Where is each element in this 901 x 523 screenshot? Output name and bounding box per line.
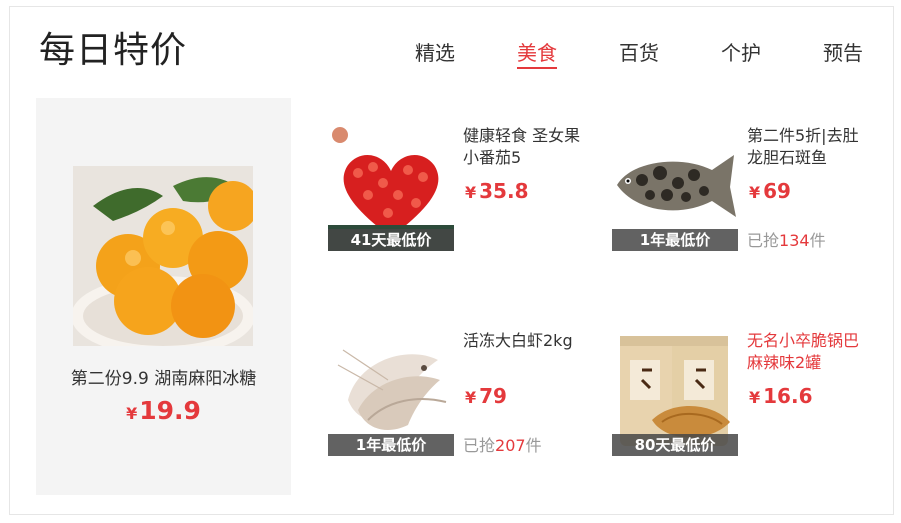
featured-product-name[interactable]: 第二份9.9 湖南麻阳冰糖 bbox=[36, 364, 291, 389]
product-name[interactable]: 健康轻食 圣女果小番茄5 bbox=[463, 125, 583, 169]
price-value: 19.9 bbox=[139, 396, 201, 425]
tab-general-goods[interactable]: 百货 bbox=[619, 40, 659, 66]
sold-suffix: 件 bbox=[809, 231, 826, 250]
tab-food[interactable]: 美食 bbox=[517, 40, 557, 69]
product-image[interactable]: 1年最低价 bbox=[612, 125, 738, 251]
product-name[interactable]: 无名小卒脆锅巴麻辣味2罐 bbox=[747, 330, 867, 374]
sold-prefix: 已抢 bbox=[463, 436, 496, 455]
lowest-price-badge: 1年最低价 bbox=[612, 229, 738, 251]
price-value: 35.8 bbox=[479, 179, 529, 203]
lowest-price-badge: 80天最低价 bbox=[612, 434, 738, 456]
sold-count: 已抢134件 bbox=[747, 227, 826, 251]
product-price: ¥35.8 bbox=[465, 179, 529, 203]
lowest-price-badge: 1年最低价 bbox=[328, 434, 454, 456]
product-card[interactable]: 41天最低价 健康轻食 圣女果小番茄5 ¥35.8 bbox=[328, 125, 588, 255]
price-value: 16.6 bbox=[763, 384, 813, 408]
featured-product-card[interactable]: 第二份9.9 湖南麻阳冰糖 ¥19.9 bbox=[36, 98, 291, 495]
price-value: 69 bbox=[763, 179, 791, 203]
sold-suffix: 件 bbox=[525, 436, 542, 455]
product-name[interactable]: 活冻大白虾2kg bbox=[463, 330, 583, 374]
featured-product-image[interactable] bbox=[73, 166, 253, 346]
product-card[interactable]: 80天最低价 无名小卒脆锅巴麻辣味2罐 ¥16.6 bbox=[612, 330, 872, 460]
sold-prefix: 已抢 bbox=[747, 231, 780, 250]
currency-symbol: ¥ bbox=[465, 388, 477, 407]
product-name[interactable]: 第二件5折|去肚龙胆石斑鱼 bbox=[747, 125, 867, 169]
currency-symbol: ¥ bbox=[126, 404, 138, 423]
sold-number: 134 bbox=[779, 231, 810, 250]
product-price: ¥79 bbox=[465, 384, 507, 408]
featured-product-price: ¥19.9 bbox=[36, 396, 291, 425]
product-price: ¥16.6 bbox=[749, 384, 813, 408]
product-image[interactable]: 1年最低价 bbox=[328, 330, 454, 456]
tab-selected[interactable]: 精选 bbox=[415, 40, 455, 66]
currency-symbol: ¥ bbox=[465, 183, 477, 202]
sold-number: 207 bbox=[495, 436, 526, 455]
price-value: 79 bbox=[479, 384, 507, 408]
product-price: ¥69 bbox=[749, 179, 791, 203]
category-tabs: 精选 美食 百货 个护 预告 bbox=[0, 40, 901, 70]
product-image[interactable]: 41天最低价 bbox=[328, 125, 454, 251]
sold-count: 已抢207件 bbox=[463, 432, 542, 456]
product-card[interactable]: 1年最低价 第二件5折|去肚龙胆石斑鱼 ¥69 已抢134件 bbox=[612, 125, 872, 255]
currency-symbol: ¥ bbox=[749, 183, 761, 202]
product-image[interactable]: 80天最低价 bbox=[612, 330, 738, 456]
currency-symbol: ¥ bbox=[749, 388, 761, 407]
lowest-price-badge: 41天最低价 bbox=[328, 229, 454, 251]
tab-personal-care[interactable]: 个护 bbox=[721, 40, 761, 66]
product-card[interactable]: 1年最低价 活冻大白虾2kg ¥79 已抢207件 bbox=[328, 330, 588, 460]
tab-preview[interactable]: 预告 bbox=[823, 40, 863, 66]
